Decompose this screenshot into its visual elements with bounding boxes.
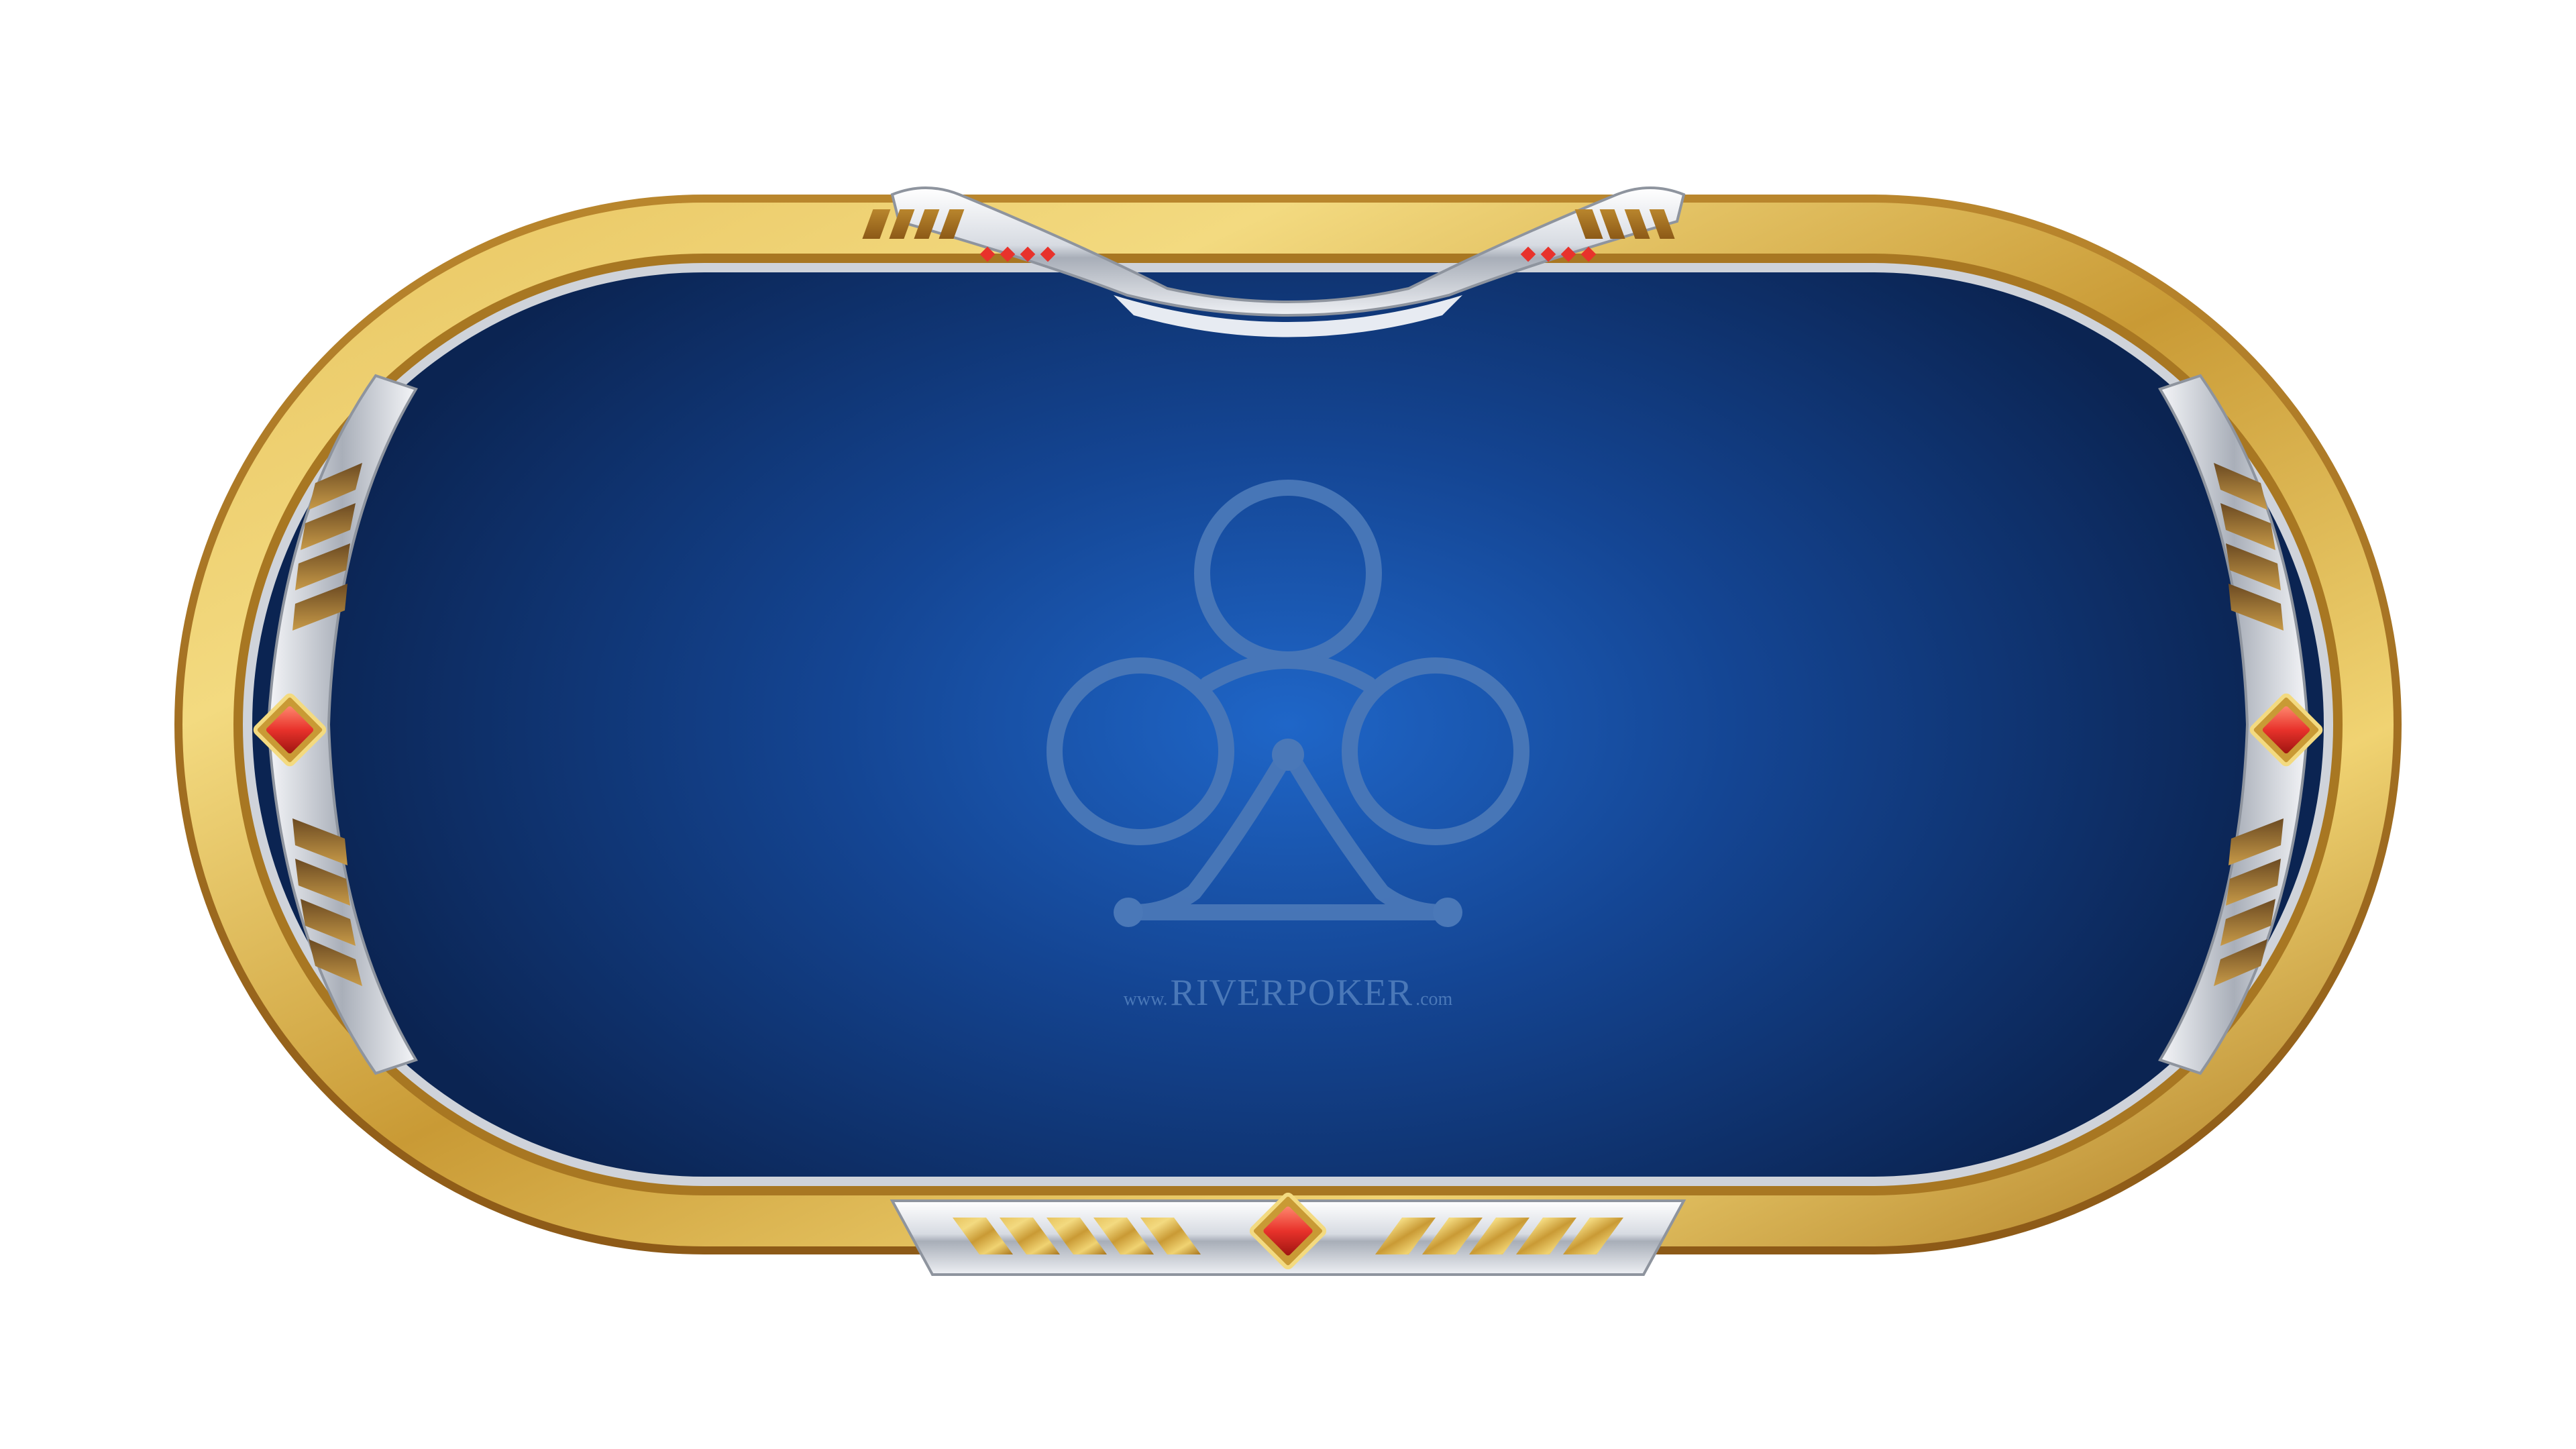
site-watermark: www. RIVERPOKER .com: [0, 974, 2576, 1012]
watermark-brand: RIVERPOKER: [1170, 972, 1413, 1014]
table-felt: [243, 263, 2333, 1186]
watermark-prefix: www.: [1123, 989, 1168, 1010]
watermark-suffix: .com: [1415, 989, 1453, 1010]
poker-table: [174, 186, 2402, 1276]
